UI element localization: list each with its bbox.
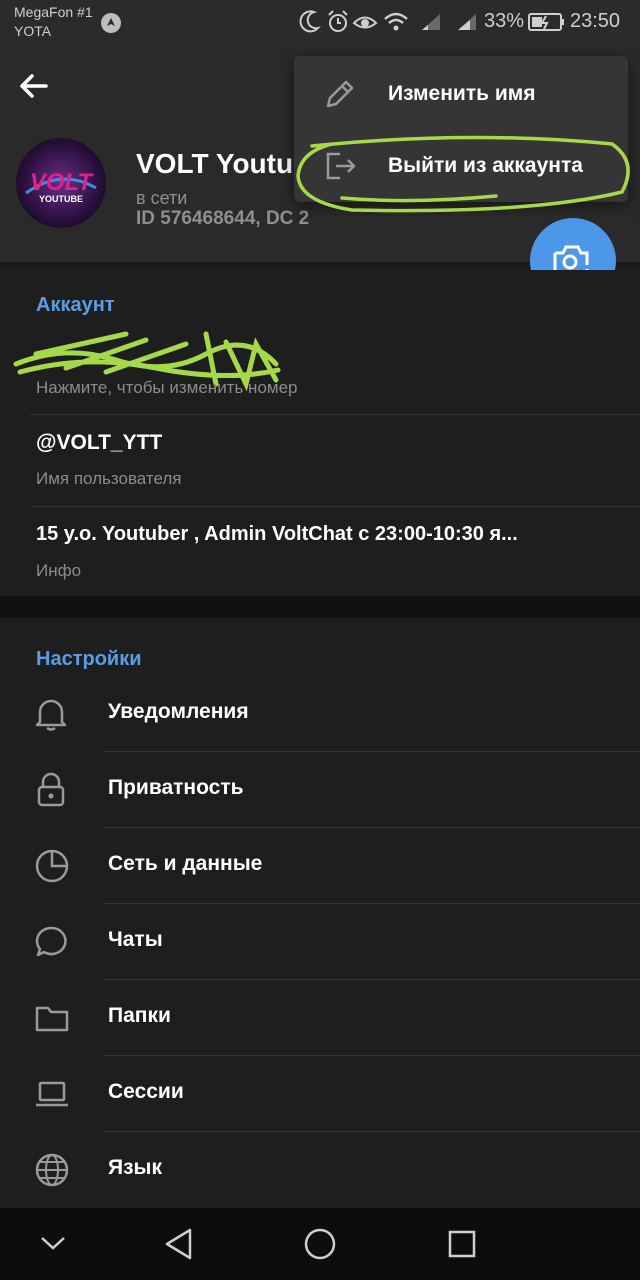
signal-icon-1	[422, 14, 440, 30]
settings-item-chats[interactable]: Чаты	[0, 904, 640, 980]
avatar-logo-text: VOLT	[30, 169, 95, 196]
nav-back-icon[interactable]	[162, 1226, 196, 1262]
nav-recents-icon[interactable]	[446, 1226, 478, 1262]
username-value: @VOLT_YTT	[36, 431, 163, 454]
user-id: ID 576468644, DC 2	[136, 208, 310, 229]
settings-item-label: Приватность	[108, 776, 244, 799]
phone-row[interactable]: Нажмите, чтобы изменить номер	[0, 324, 640, 414]
lock-icon	[37, 772, 65, 807]
chat-bubble-icon	[35, 926, 67, 957]
clock: 23:50	[570, 10, 621, 32]
settings-item-label: Сессии	[108, 1080, 184, 1103]
section-gap	[0, 596, 640, 618]
location-icon	[101, 13, 121, 33]
settings-item-folders[interactable]: Папки	[0, 980, 640, 1056]
highlight-scribble	[296, 135, 630, 213]
username-label: Имя пользователя	[36, 469, 182, 488]
settings-item-label: Сеть и данные	[108, 852, 263, 875]
avatar-logo-subtext: YOUTUBE	[39, 194, 83, 204]
phone-hint: Нажмите, чтобы изменить номер	[36, 378, 298, 397]
signal-icon-2	[458, 14, 476, 30]
menu-item-label: Изменить имя	[388, 82, 536, 105]
settings-item-label: Папки	[108, 1004, 171, 1027]
status-bar: MegaFon #1 YOTA 33% 23:50	[0, 0, 640, 46]
settings-item-label: Чаты	[108, 928, 163, 951]
settings-section-title: Настройки	[36, 648, 142, 670]
profile-name: VOLT Youtu	[136, 148, 294, 179]
battery-percent: 33%	[484, 10, 525, 32]
settings-item-sessions[interactable]: Сессии	[0, 1056, 640, 1132]
battery-icon	[528, 13, 564, 31]
avatar[interactable]: VOLT YOUTUBE	[16, 138, 106, 228]
system-nav-bar	[0, 1208, 640, 1280]
settings-item-label: Уведомления	[108, 700, 249, 723]
back-arrow-icon[interactable]	[16, 68, 52, 104]
username-row[interactable]: @VOLT_YTT Имя пользователя	[0, 415, 640, 505]
settings-section: Настройки Уведомления Приватность Сеть и…	[0, 618, 640, 1208]
carrier-primary: MegaFon #1	[14, 4, 93, 20]
settings-item-notifications[interactable]: Уведомления	[0, 676, 640, 752]
bio-row[interactable]: 15 y.o. Youtuber , Admin VoltChat с 23:0…	[0, 507, 640, 595]
carrier-secondary: YOTA	[14, 23, 52, 39]
nav-home-icon[interactable]	[302, 1226, 338, 1262]
moon-icon	[299, 10, 321, 33]
bio-value: 15 y.o. Youtuber , Admin VoltChat с 23:0…	[36, 523, 518, 545]
pencil-icon	[326, 80, 354, 108]
laptop-icon	[36, 1081, 68, 1107]
chevron-down-icon[interactable]	[38, 1232, 68, 1256]
menu-item-edit-name[interactable]: Изменить имя	[294, 58, 628, 130]
account-section: Аккаунт Нажмите, чтобы изменить номер @V…	[0, 270, 640, 596]
folder-icon	[35, 1006, 69, 1032]
settings-item-privacy[interactable]: Приватность	[0, 752, 640, 828]
settings-item-data[interactable]: Сеть и данные	[0, 828, 640, 904]
pie-chart-icon	[35, 849, 69, 883]
globe-icon	[35, 1153, 69, 1187]
settings-item-label: Язык	[108, 1156, 162, 1179]
wifi-icon	[384, 12, 408, 31]
eye-icon	[352, 16, 378, 29]
online-status: в сети	[136, 188, 188, 208]
bell-icon	[35, 699, 67, 731]
bio-label: Инфо	[36, 561, 82, 580]
settings-item-language[interactable]: Язык	[0, 1132, 640, 1208]
account-section-title: Аккаунт	[36, 294, 115, 316]
alarm-icon	[328, 10, 348, 32]
